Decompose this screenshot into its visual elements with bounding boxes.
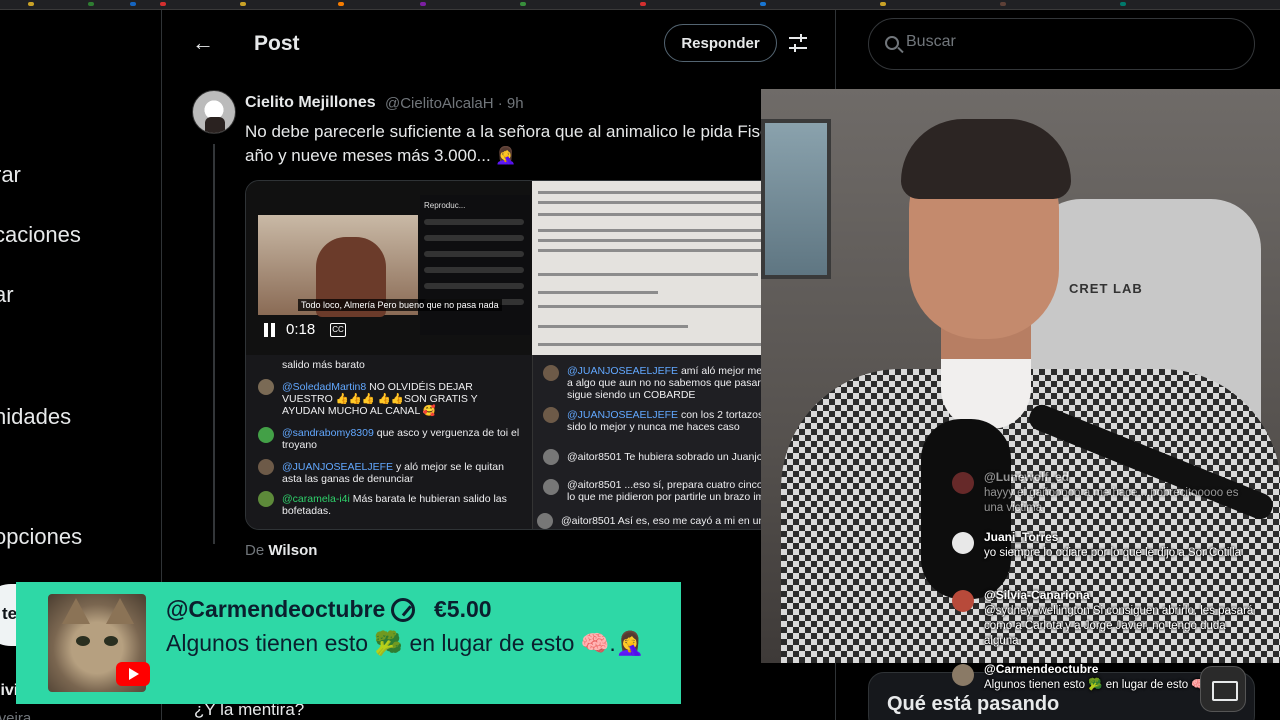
cat-eye (104, 636, 118, 646)
chat-username: @Lunewolf_ed (984, 470, 1070, 484)
chat-avatar (543, 449, 559, 465)
trending-title: Qué está pasando (887, 693, 1060, 715)
tab-favicon[interactable] (338, 2, 344, 6)
verified-icon (391, 598, 415, 622)
tab-favicon[interactable] (1120, 2, 1126, 6)
sidebar-item-explore[interactable]: rar (0, 162, 21, 188)
tab-favicon[interactable] (130, 2, 136, 6)
video-caption: Todo loco, Almería Pero bueno que no pas… (298, 299, 502, 311)
video-chat-pane: Reproduc... (420, 195, 530, 335)
superchat-username: @Carmendeoctubre (166, 596, 386, 622)
doc-line (538, 273, 758, 276)
chat-text: @sydney_wellington Si consiguen abrirlo,… (984, 605, 1254, 647)
messages-drawer-icon[interactable] (1200, 666, 1246, 712)
sidebar-item-messages[interactable]: ar (0, 282, 14, 308)
streamer-hair (901, 119, 1071, 199)
reply-button[interactable]: Responder (664, 24, 777, 62)
back-arrow-icon[interactable]: ← (192, 30, 214, 56)
chat-text: yo siempre lo odiare por lo que le dijo … (984, 547, 1241, 559)
video-chat-row (424, 251, 524, 257)
cat-eye (76, 636, 90, 646)
doc-line (538, 249, 788, 252)
from-attribution: De Wilson (245, 542, 318, 559)
cat-ear (106, 598, 134, 624)
tab-favicon[interactable] (88, 2, 94, 6)
doc-line (538, 201, 778, 204)
author-name[interactable]: Cielito Mejillones (245, 94, 376, 112)
tab-favicon[interactable] (160, 2, 166, 6)
chat-username: Juani_Torres (984, 530, 1059, 544)
search-input[interactable] (906, 33, 1206, 51)
chat-message: @caramela-i4i Más barata le hubieran sal… (282, 493, 507, 517)
settings-sliders-icon[interactable] (788, 34, 808, 52)
sidebar-item-communities[interactable]: nidades (0, 404, 71, 430)
sidebar-item-notifications[interactable]: caciones (0, 222, 81, 248)
chat-avatar (543, 407, 559, 423)
chat-avatar (258, 491, 274, 507)
video-chat-row (424, 283, 524, 289)
chat-text: hayyy el gañooooo a me hace....pobrecito… (984, 487, 1239, 514)
author-avatar[interactable] (192, 90, 236, 134)
chat-username: @Silvia-Canariona (984, 588, 1090, 602)
streamer-webcam: CRET LAB (761, 89, 1280, 663)
chat-avatar (952, 590, 974, 612)
video-chat-row (424, 219, 524, 225)
chat-avatar (543, 479, 559, 495)
sidebar-item-more-options[interactable]: opciones (0, 524, 82, 550)
captions-icon[interactable]: CC (330, 323, 346, 337)
chat-message: salido más barato (282, 359, 365, 371)
doc-line (538, 229, 798, 232)
doc-line (538, 291, 658, 294)
chat-message: @sandrabomy8309 que asco y verguenza de … (282, 427, 520, 451)
page-title: Post (254, 32, 300, 55)
chat-message: @JUANJOSEAELJEFE y aló mejor se le quita… (282, 461, 504, 485)
doc-line (538, 325, 688, 328)
chat-avatar (258, 379, 274, 395)
video-chat-title: Reproduc... (424, 201, 466, 210)
chat-message: @SoledadMartin8 NO OLVIDÉIS DEJAR VUESTR… (282, 381, 478, 417)
video-controls: 0:18 CC (246, 317, 532, 355)
chat-avatar (258, 459, 274, 475)
superchat-message: Algunos tienen esto 🥦 en lugar de esto 🧠… (166, 630, 645, 656)
video-time: 0:18 (286, 321, 316, 338)
chat-avatar (952, 532, 974, 554)
browser-tab-strip (0, 0, 1280, 10)
chat-avatar (952, 472, 974, 494)
chair-brand: CRET LAB (1069, 281, 1143, 296)
tab-favicon[interactable] (1000, 2, 1006, 6)
tab-favicon[interactable] (880, 2, 886, 6)
superchat-banner: @Carmendeoctubre €5.00 Algunos tienen es… (16, 582, 681, 704)
pause-icon[interactable] (264, 323, 276, 337)
cat-ear (62, 598, 90, 624)
account-handle: liveira (0, 710, 32, 720)
chat-avatar (952, 664, 974, 686)
embedded-video[interactable]: Reproduc... Todo loco, Almería Pero buen… (246, 181, 532, 355)
youtube-icon (116, 662, 150, 686)
search-icon (885, 36, 899, 50)
post-compose-label: te (2, 604, 18, 623)
chat-avatar (543, 365, 559, 381)
chat-username: @Carmendeoctubre (984, 662, 1099, 676)
tab-favicon[interactable] (420, 2, 426, 6)
tab-favicon[interactable] (640, 2, 646, 6)
tab-favicon[interactable] (760, 2, 766, 6)
tweet-text: No debe parecerle suficiente a la señora… (245, 122, 778, 165)
chat-screenshot-left: salido más barato @SoledadMartin8 NO OLV… (246, 355, 532, 529)
superchat-amount: €5.00 (434, 596, 492, 622)
search-box[interactable] (868, 18, 1255, 70)
author-handle-time[interactable]: @CielitoAlcalaH · 9h (385, 95, 524, 112)
chat-avatar (537, 513, 553, 529)
tab-favicon[interactable] (28, 2, 34, 6)
tweet-media[interactable]: Reproduc... Todo loco, Almería Pero buen… (245, 180, 825, 530)
video-chat-row (424, 267, 524, 273)
chat-avatar (258, 427, 274, 443)
tab-favicon[interactable] (520, 2, 526, 6)
thread-connector (213, 144, 215, 544)
webcam-window (761, 119, 831, 279)
tab-favicon[interactable] (240, 2, 246, 6)
video-chat-row (424, 235, 524, 241)
